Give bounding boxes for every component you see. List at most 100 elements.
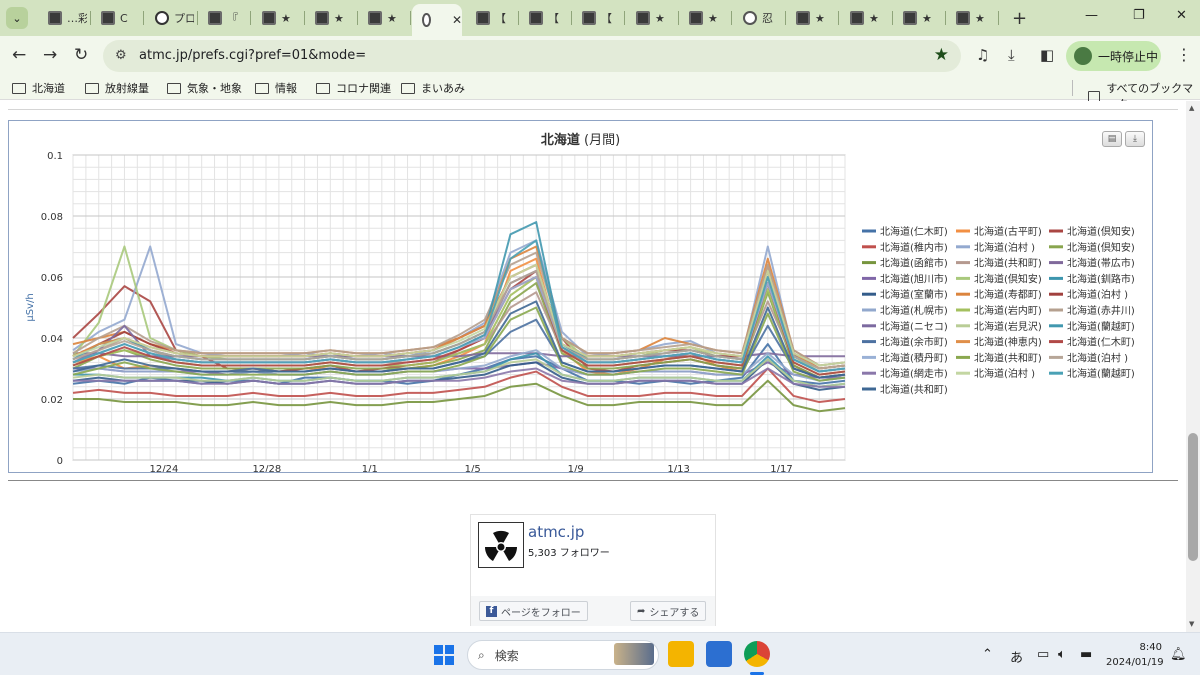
ime-indicator[interactable]: あ (1010, 647, 1023, 666)
browser-tab[interactable]: ★ (786, 4, 839, 32)
bookmark-folder-weather[interactable]: 気象・地象 (167, 80, 242, 96)
tab-favicon-icon (689, 11, 703, 25)
radiation-logo-icon[interactable] (478, 522, 524, 568)
scrollbar-thumb[interactable] (1188, 433, 1198, 561)
legend-item: 北海道(神恵内) (974, 336, 1042, 349)
download-icon[interactable]: ⤓ (1008, 46, 1015, 64)
follow-page-button[interactable]: f ページをフォロー (479, 601, 588, 621)
close-window-button[interactable]: ✕ (1176, 8, 1187, 23)
browser-tab[interactable]: ★ (946, 4, 999, 32)
bookmark-star-icon[interactable]: ★ (934, 45, 949, 65)
y-tick-label: 0.1 (47, 151, 63, 162)
file-explorer-icon[interactable] (668, 641, 694, 667)
x-tick-label: 1/17 (770, 464, 792, 472)
bookmark-folder-radiation[interactable]: 放射線量 (85, 80, 149, 96)
notepad-icon[interactable] (706, 641, 732, 667)
scroll-down-icon[interactable]: ▼ (1189, 620, 1194, 628)
bookmark-folder-info[interactable]: 情報 (255, 80, 297, 96)
browser-tab[interactable]: ★ (840, 4, 893, 32)
new-tab-button[interactable]: + (1012, 8, 1027, 29)
bookmarks-bar: 北海道 放射線量 気象・地象 情報 コロナ関連 まいあみ すべてのブックマーク (0, 76, 1200, 111)
url-text[interactable]: atmc.jp/prefs.cgi?pref=01&mode= (139, 48, 366, 63)
bookmark-folder-maiami[interactable]: まいあみ (401, 80, 465, 96)
browser-tab[interactable]: C (91, 4, 144, 32)
media-control-icon[interactable]: ♫ (976, 46, 989, 64)
follow-label: ページをフォロー (501, 607, 581, 619)
browser-tab[interactable]: ★ (305, 4, 358, 32)
legend-item: 北海道(共和町) (880, 383, 948, 396)
reload-button[interactable]: ↻ (74, 45, 88, 65)
back-button[interactable]: ← (12, 45, 26, 65)
legend-item: 北海道(岩見沢) (974, 320, 1042, 333)
legend-item: 北海道(泊村 ) (1067, 351, 1128, 364)
profile-button[interactable]: 一時停止中 (1066, 41, 1161, 71)
legend-item: 北海道(室蘭市) (880, 288, 948, 301)
restore-button[interactable]: ❐ (1133, 8, 1145, 23)
minimize-button[interactable]: — (1085, 8, 1098, 23)
bookmark-folder-hokkaido[interactable]: 北海道 (12, 80, 65, 96)
tab-favicon-icon (850, 11, 864, 25)
browser-tab[interactable]: ✕ (412, 4, 462, 36)
system-clock[interactable]: 8:40 2024/01/19 (1106, 640, 1164, 670)
browser-tab[interactable]: プロ (145, 4, 198, 32)
browser-tab[interactable]: 【 (519, 4, 572, 32)
fb-page-name[interactable]: atmc.jp (528, 523, 584, 541)
legend-item: 北海道(釧路市) (1067, 272, 1135, 285)
folder-icon (12, 82, 26, 94)
tab-search-button[interactable]: ⌄ (6, 7, 28, 29)
menu-icon[interactable]: ⋮ (1176, 45, 1192, 64)
scroll-up-icon[interactable]: ▲ (1189, 104, 1194, 112)
close-tab-icon[interactable]: ✕ (452, 13, 462, 27)
tab-favicon-icon (582, 11, 596, 25)
avatar (1074, 47, 1092, 65)
browser-tab[interactable]: ★ (626, 4, 679, 32)
forward-button[interactable]: → (43, 45, 57, 65)
folder-icon (401, 82, 415, 94)
tab-separator (143, 11, 144, 25)
facebook-icon: f (486, 605, 497, 617)
notification-bell-icon[interactable]: 🔔︎ (1170, 647, 1187, 662)
start-button[interactable] (434, 645, 454, 665)
network-icon[interactable]: ▭ (1037, 647, 1049, 662)
browser-tab[interactable]: ★ (358, 4, 411, 32)
y-tick-label: 0.08 (41, 212, 63, 223)
share-label: シェアする (649, 607, 700, 619)
clock-time: 8:40 (1139, 642, 1162, 653)
legend-item: 北海道(寿都町) (974, 288, 1042, 301)
browser-tab[interactable]: 『 (198, 4, 251, 32)
bookmark-label: まいあみ (421, 82, 465, 95)
tab-favicon-icon (315, 11, 329, 25)
browser-tab[interactable]: 【 (572, 4, 625, 32)
browser-tab[interactable]: ★ (252, 4, 305, 32)
tab-favicon-icon (208, 11, 222, 25)
folder-icon (167, 82, 181, 94)
fb-follower-count: 5,303 フォロワー (528, 548, 610, 559)
folder-icon (85, 82, 99, 94)
x-tick-label: 1/9 (568, 464, 584, 472)
bookmark-folder-corona[interactable]: コロナ関連 (316, 80, 391, 96)
share-button[interactable]: ➦ シェアする (630, 601, 707, 621)
tab-title: プロ (174, 12, 194, 25)
y-tick-label: 0.06 (41, 273, 63, 284)
browser-tab[interactable]: 【 (466, 4, 519, 32)
bookmark-label: 情報 (275, 82, 297, 95)
bookmark-label: 気象・地象 (187, 82, 242, 95)
legend-item: 北海道(泊村 ) (974, 241, 1035, 254)
windows-taskbar: ⌕ 検索 ⌃ あ ▭ 🔈︎ ▬ 8:40 2024/01/19 🔔︎ (0, 632, 1200, 675)
browser-tab[interactable]: ★ (679, 4, 732, 32)
page-scrollbar[interactable]: ▲ ▼ (1186, 101, 1200, 632)
browser-tab[interactable]: …彩 (38, 4, 91, 32)
battery-icon[interactable]: ▬ (1080, 647, 1092, 662)
folder-icon (316, 82, 330, 94)
browser-tab[interactable]: 忍 (733, 4, 786, 32)
legend-item: 北海道(函館市) (880, 257, 948, 270)
volume-icon[interactable]: 🔈︎ (1058, 647, 1066, 662)
side-panel-icon[interactable]: ◧ (1040, 46, 1054, 64)
chrome-icon[interactable] (744, 641, 770, 667)
browser-tab[interactable]: ★ (893, 4, 946, 32)
fb-action-bar: f ページをフォロー ➦ シェアする (471, 596, 715, 626)
search-highlight-image[interactable] (614, 643, 654, 665)
site-info-icon[interactable]: ⚙ (115, 48, 127, 63)
address-bar[interactable]: ⚙ atmc.jp/prefs.cgi?pref=01&mode= ★ (103, 40, 961, 72)
chevron-up-icon[interactable]: ⌃ (982, 647, 993, 662)
